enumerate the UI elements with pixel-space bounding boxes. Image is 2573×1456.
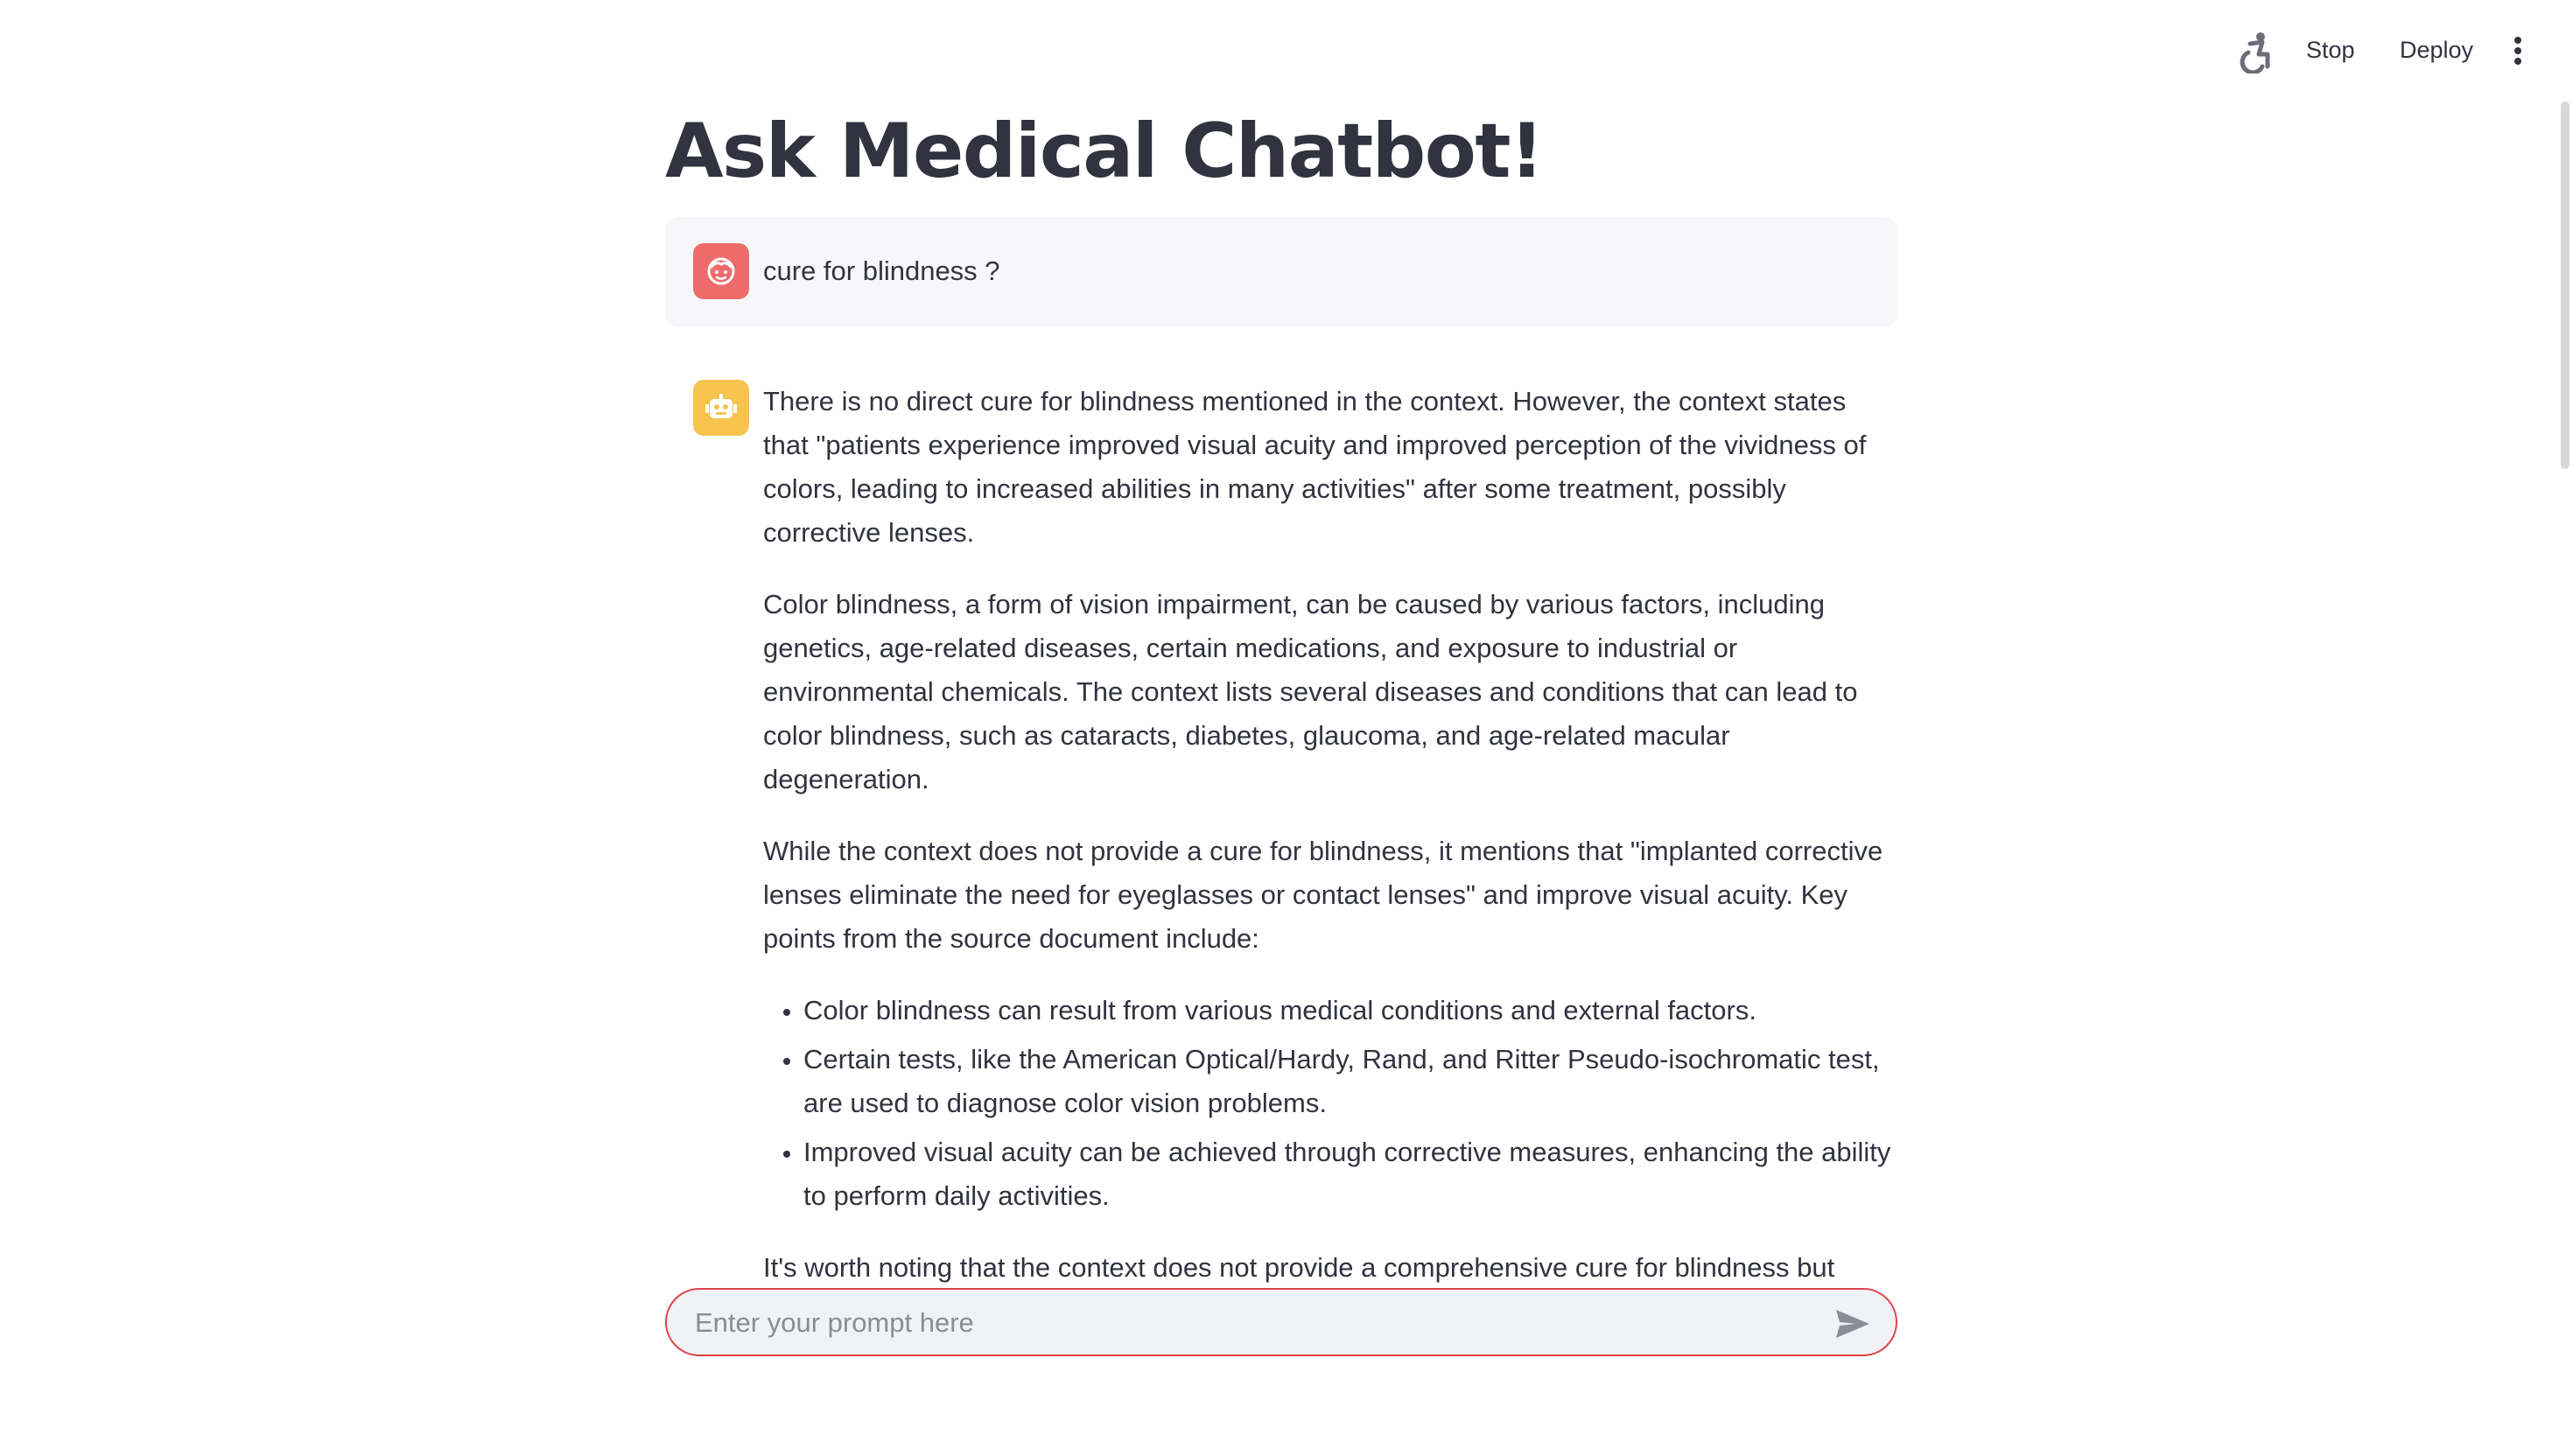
vertical-dots-icon (2514, 37, 2521, 65)
key-points-list: Color blindness can result from various … (763, 989, 1897, 1218)
assistant-message-body: There is no direct cure for blindness me… (763, 380, 1897, 1334)
main-menu-button[interactable] (2505, 33, 2531, 68)
top-toolbar: Stop Deploy (0, 0, 2573, 102)
page-title: Ask Medical Chatbot! (665, 108, 1544, 195)
user-message-text: cure for blindness ? (763, 256, 1000, 286)
assistant-paragraph: While the context does not provide a cur… (763, 836, 1883, 954)
running-person-icon (2238, 32, 2275, 75)
send-icon (1836, 1310, 1869, 1338)
page-scrollbar[interactable] (2557, 102, 2573, 469)
deploy-button[interactable]: Deploy (2400, 28, 2473, 72)
main-content: Ask Medical Chatbot! cure for blindness … (665, 96, 1897, 1388)
list-item: Certain tests, like the American Optical… (803, 1038, 1897, 1125)
list-item: Color blindness can result from various … (803, 989, 1897, 1032)
chat-input-container (665, 1288, 1897, 1356)
assistant-paragraph: Color blindness, a form of vision impair… (763, 589, 1858, 794)
assistant-paragraph: There is no direct cure for blindness me… (763, 386, 1867, 548)
list-item: Improved visual acuity can be achieved t… (803, 1130, 1897, 1218)
user-avatar (693, 243, 749, 299)
scrollbar-thumb[interactable] (2561, 102, 2569, 469)
prompt-input[interactable] (693, 1298, 1778, 1348)
robot-icon (705, 394, 737, 418)
user-message: cure for blindness ? (665, 217, 1897, 327)
face-icon (707, 257, 735, 285)
assistant-message: There is no direct cure for blindness me… (665, 354, 1897, 1388)
send-button[interactable] (1834, 1307, 1871, 1340)
assistant-avatar (693, 380, 749, 436)
stop-button[interactable]: Stop (2306, 28, 2355, 72)
